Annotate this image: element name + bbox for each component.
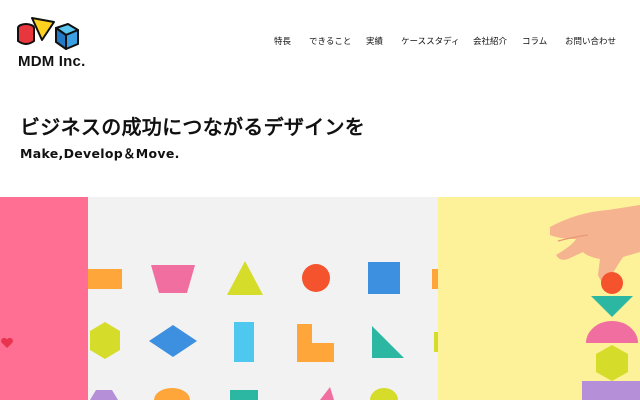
hand-shape [550, 205, 640, 284]
shape-purple-partial [90, 390, 118, 400]
global-nav: 特長 できること 実績 ケーススタディ 会社紹介 コラム お問い合わせ [0, 35, 640, 49]
shape-teal-partial [230, 390, 258, 400]
nav-item-services[interactable]: できること [309, 35, 351, 47]
nav-item-column[interactable]: コラム [522, 35, 547, 47]
stack-purple-block [582, 381, 640, 400]
hand-stacking-shapes-illustration[interactable] [438, 197, 640, 400]
nav-item-company[interactable]: 会社紹介 [473, 35, 507, 47]
stack-teal-triangle [591, 296, 633, 317]
shape-cyan-bar [234, 322, 254, 362]
stack-pink-halfdisc [586, 321, 638, 343]
brand-name[interactable]: MDM Inc. [18, 53, 85, 70]
shape-red-circle [302, 264, 330, 292]
nav-item-features[interactable]: 特長 [274, 35, 291, 47]
shape-orange-partial [154, 388, 190, 400]
shape-blue-diamond [149, 325, 197, 357]
stack-lime-hexagon [596, 345, 628, 381]
shape-lime-triangle [227, 261, 263, 295]
nav-item-works[interactable]: 実績 [366, 35, 383, 47]
nav-item-contact[interactable]: お問い合わせ [565, 35, 616, 47]
shape-pink-partial [320, 387, 334, 400]
geometric-shapes-illustration[interactable] [88, 197, 438, 400]
stack-red-circle [601, 272, 623, 294]
heart-icon [0, 336, 14, 350]
shape-orange-rect [88, 269, 122, 289]
shape-lime-partial [370, 388, 398, 400]
shape-blue-square [368, 262, 400, 294]
shape-orange-lshape [297, 324, 334, 362]
hero-headline: ビジネスの成功につながるデザインを [20, 115, 366, 139]
hero-subline: Make,Develop＆Move. [20, 146, 180, 161]
shape-pink-trapezoid [151, 265, 195, 293]
shape-teal-triangle [372, 326, 404, 358]
shape-lime-hexagon [90, 322, 120, 359]
nav-item-case-study[interactable]: ケーススタディ [401, 35, 459, 47]
pink-slide-panel[interactable] [0, 197, 88, 400]
